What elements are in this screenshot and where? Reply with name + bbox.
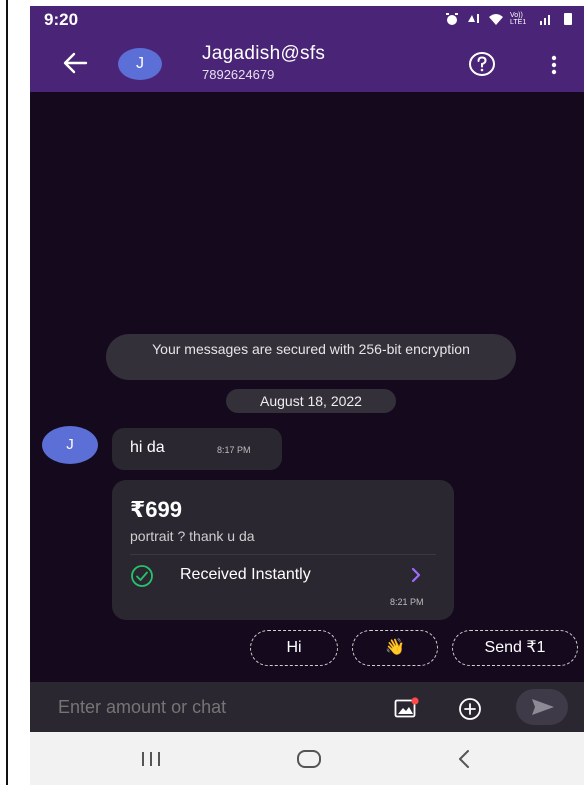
chat-header: J Jagadish@sfs 7892624679: [30, 34, 584, 92]
home-icon[interactable]: [296, 748, 322, 770]
battery-icon: [564, 13, 572, 25]
recent-apps-icon[interactable]: [138, 750, 164, 768]
payment-divider: [130, 554, 436, 555]
status-bar: 9:20 Vo)) LTE1: [30, 6, 584, 34]
arrow-left-icon[interactable]: [60, 48, 90, 78]
plus-circle-icon[interactable]: [458, 697, 482, 721]
signal-icon: [540, 15, 550, 25]
nav-back-icon[interactable]: [456, 748, 472, 770]
status-icons: Vo)) LTE1: [444, 12, 576, 26]
sender-avatar[interactable]: J: [42, 426, 98, 464]
payment-note: portrait ? thank u da: [130, 528, 255, 544]
contact-avatar[interactable]: J: [118, 48, 162, 80]
quick-reply-wave[interactable]: 👋: [352, 630, 438, 666]
network-label: Vo)) LTE1: [510, 12, 527, 26]
image-icon[interactable]: [394, 697, 420, 719]
date-separator: August 18, 2022: [226, 389, 396, 413]
chat-area[interactable]: Your messages are secured with 256-bit e…: [30, 92, 584, 682]
quick-reply-hi[interactable]: Hi: [250, 630, 338, 666]
message-bubble[interactable]: hi da 8:17 PM: [112, 428, 282, 470]
chat-input-bar: [30, 682, 584, 732]
payment-amount: ₹699: [130, 497, 183, 522]
message-time: 8:17 PM: [217, 445, 251, 455]
question-circle-icon[interactable]: [468, 51, 496, 77]
send-button[interactable]: [516, 689, 568, 725]
chat-input[interactable]: [58, 697, 358, 718]
payment-time: 8:21 PM: [390, 597, 424, 607]
status-time: 9:20: [44, 10, 79, 29]
wifi-icon: [489, 14, 503, 25]
payment-status[interactable]: Received Instantly: [180, 566, 311, 584]
contact-phone: 7892624679: [202, 67, 275, 82]
encryption-notice: Your messages are secured with 256-bit e…: [106, 334, 516, 380]
contact-name[interactable]: Jagadish@sfs: [202, 43, 325, 65]
check-circle-icon: [131, 565, 153, 587]
quick-reply-send-1[interactable]: Send ₹1: [452, 630, 578, 666]
payment-card[interactable]: ₹699 portrait ? thank u da Received Inst…: [112, 480, 454, 620]
chevron-right-icon[interactable]: [410, 566, 422, 584]
message-text: hi da: [130, 439, 165, 456]
phone-screen: 9:20 Vo)) LTE1 J Jagadish@sfs 7892624679…: [30, 6, 584, 785]
alarm-icon: [446, 13, 458, 25]
send-icon: [532, 699, 554, 715]
system-nav-bar: [30, 732, 584, 785]
more-vertical-icon[interactable]: [548, 54, 560, 76]
mute-icon: [468, 14, 479, 23]
